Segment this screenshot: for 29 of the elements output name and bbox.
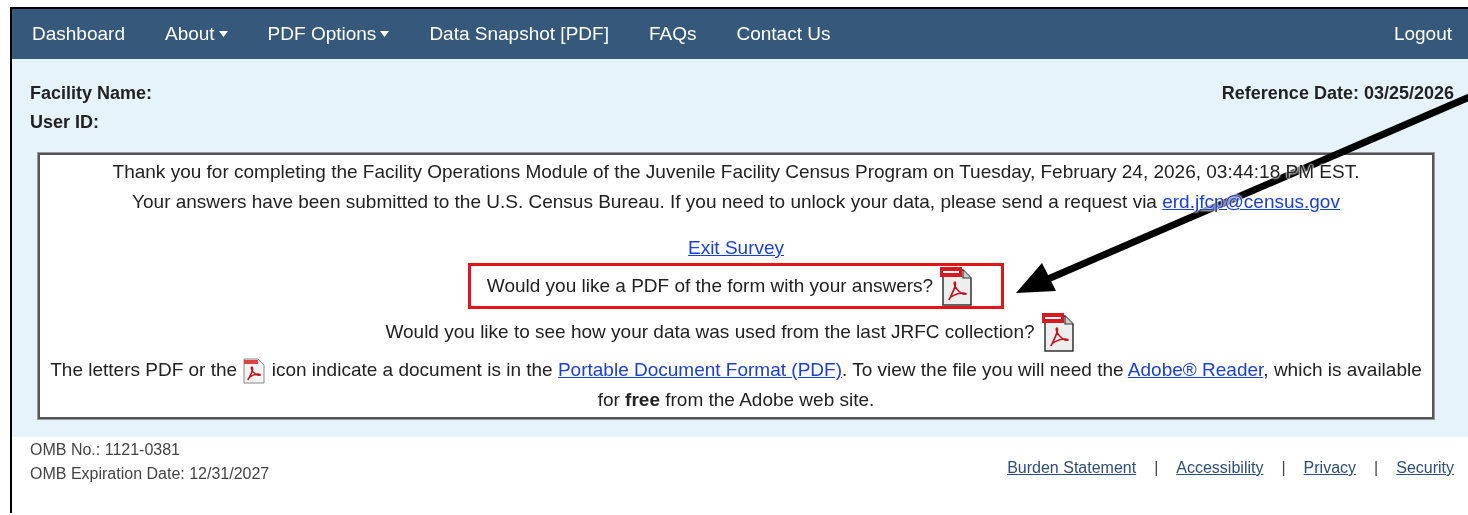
nav-link[interactable]: Contact Us [736,23,831,45]
nav-link[interactable]: FAQs [648,23,697,45]
caret-icon [218,31,228,37]
reader-link[interactable]: Adobe® Reader [1127,359,1264,380]
nav-link[interactable]: About [164,23,228,45]
pdf-file-icon [242,358,267,384]
pdf-prompt-text: Would you like a PDF of the form with your answers? [486,274,934,298]
exit-survey-link[interactable]: Exit Survey [687,233,785,263]
footer-link[interactable]: Burden Statement [1007,459,1137,477]
link-separator: | [1154,459,1159,477]
caret-icon [380,31,390,37]
omb-expiration-date: OMB Expiration Date: 12/31/2027 [30,465,270,483]
omb-number: OMB No.: 1121-0381 [30,441,181,459]
pdf-document-icon[interactable] [1040,312,1077,352]
nav-link[interactable]: PDF Options [267,23,390,45]
nav-link[interactable]: Data Snapshot [PDF] [429,23,609,45]
pdf-prompt-text: Would you like to see how your data was used from the last JRFC collection? [385,320,1035,344]
facility-name-label: Facility Name: [30,83,153,104]
link-separator: | [1281,459,1286,477]
footer-link[interactable]: Privacy [1303,459,1357,477]
reference-date: Reference Date: 03/25/2026 [1221,83,1454,104]
link-separator: | [1374,459,1379,477]
user-id-label: User ID: [30,112,101,133]
footer-link[interactable]: Security [1396,459,1454,477]
nav-link[interactable]: Dashboard [32,23,125,45]
pdf-format-link[interactable]: Portable Document Format (PDF) [557,359,842,380]
pdf-notice-text: The letters PDF or the icon indicate a document is in the Portable Document Format (PDF). To view the file you will need the Adobe® Reader, which is available for free from the Adobe web site. [50,357,1422,412]
logout-link[interactable]: Logout [1393,23,1452,45]
footer-link[interactable]: Accessibility [1176,459,1264,477]
